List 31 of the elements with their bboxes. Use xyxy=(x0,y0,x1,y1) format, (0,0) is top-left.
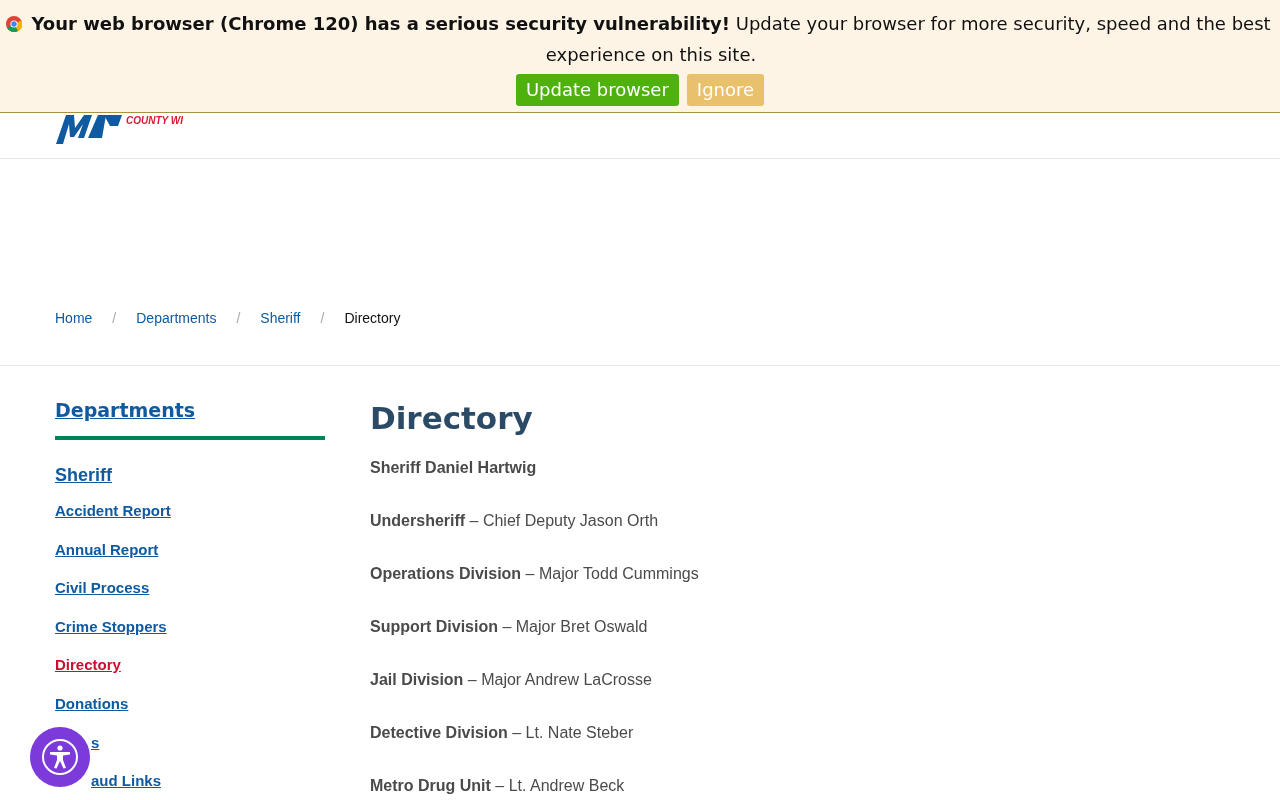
breadcrumb-separator: / xyxy=(320,309,325,328)
directory-entry: Undersheriff – Chief Deputy Jason Orth xyxy=(370,511,660,531)
sidebar-link[interactable]: aud Links xyxy=(91,771,161,792)
sidebar-link[interactable]: s xyxy=(91,732,100,753)
sidebar-link[interactable]: Civil Process xyxy=(55,578,150,599)
breadcrumb-link[interactable]: Sheriff xyxy=(260,308,301,329)
directory-entry: Sheriff Daniel Hartwig xyxy=(370,458,538,478)
breadcrumb-separator: / xyxy=(112,309,117,328)
breadcrumb-link[interactable]: Departments xyxy=(136,308,217,329)
directory-entry: Operations Division – Major Todd Cummings xyxy=(370,564,699,584)
sidebar-link[interactable]: Sheriff xyxy=(55,463,112,487)
directory-entry: Support Division – Major Bret Oswald xyxy=(370,617,649,637)
banner-message: Your web browser (Chrome 120) has a serious security vulnerability! Update your browser for more security, speed and the best experience on this site. xyxy=(30,12,1272,67)
sidebar-link[interactable]: Accident Report xyxy=(55,501,171,521)
browser-icon xyxy=(6,16,22,32)
accessibility-button[interactable] xyxy=(30,727,90,787)
breadcrumb-current: Directory xyxy=(344,309,401,328)
page-title: Directory xyxy=(370,399,534,438)
sidebar-link[interactable]: Donations xyxy=(55,693,129,714)
logo-mark-icon xyxy=(56,115,122,144)
breadcrumb-separator: / xyxy=(236,309,241,328)
sidebar-link[interactable]: Directory xyxy=(55,655,121,676)
accessibility-icon xyxy=(41,738,79,776)
logo-subtitle: COUNTY WI xyxy=(126,115,184,127)
breadcrumb-link[interactable]: Home xyxy=(55,308,93,329)
directory-entry: Metro Drug Unit – Lt. Andrew Beck xyxy=(370,776,626,796)
sidebar-link[interactable]: Crime Stoppers xyxy=(55,616,167,637)
directory-entry: Detective Division – Lt. Nate Steber xyxy=(370,723,635,743)
sidebar-title[interactable]: Departments xyxy=(55,398,196,422)
directory-entry: Jail Division – Major Andrew LaCrosse xyxy=(370,670,653,690)
sidebar-link[interactable]: Annual Report xyxy=(55,539,159,560)
